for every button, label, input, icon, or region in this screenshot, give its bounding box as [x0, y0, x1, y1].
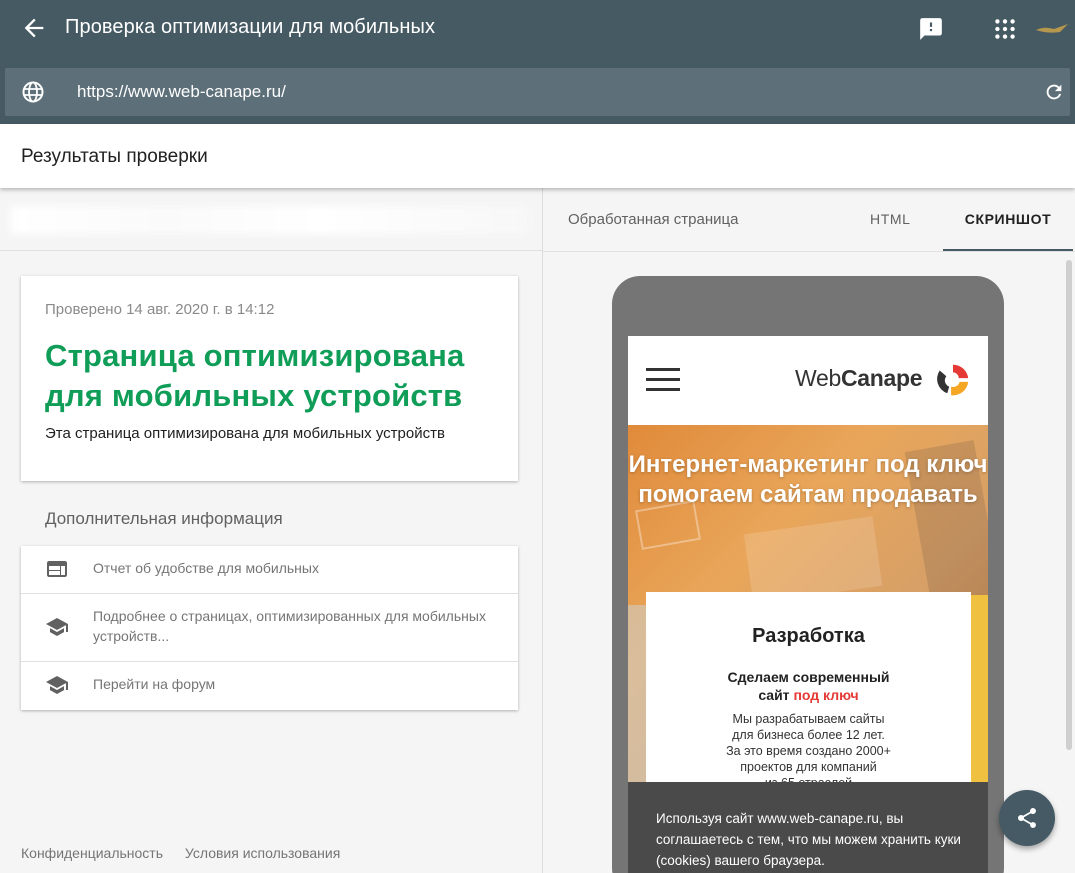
hamburger-menu-icon	[646, 368, 680, 392]
dev-title: Разработка	[752, 625, 865, 647]
url-bar: https://www.web-canape.ru/	[5, 68, 1070, 116]
additional-info-card: Отчет об удобстве для мобильных Подробне…	[21, 546, 518, 710]
link-learn-more[interactable]: Подробнее о страницах, оптимизированных …	[21, 594, 518, 662]
school-icon	[46, 618, 68, 636]
footer-links: Конфиденциальность Условия использования	[21, 845, 358, 861]
checked-timestamp: Проверено 14 авг. 2020 г. в 14:12	[45, 301, 275, 318]
arrow-back-icon[interactable]	[20, 14, 48, 42]
link-label: Подробнее о страницах, оптимизированных …	[93, 608, 486, 644]
refresh-icon[interactable]	[1043, 81, 1065, 103]
link-label: Перейти на форум	[93, 676, 216, 692]
webcanape-logo-icon	[937, 364, 969, 396]
dev-subtitle: Сделаем современный сайт под ключ	[727, 669, 890, 703]
summary-card: Проверено 14 авг. 2020 г. в 14:12 Страни…	[21, 276, 518, 481]
account-logo-icon[interactable]	[1034, 20, 1070, 36]
app-title: Проверка оптимизации для мобильных	[65, 16, 436, 38]
apps-grid-icon[interactable]	[992, 16, 1018, 42]
globe-icon	[22, 81, 44, 103]
url-text[interactable]: https://www.web-canape.ru/	[77, 82, 286, 102]
phone-screen: WebCanape Интернет-маркетинг под ключ по…	[628, 336, 988, 873]
dev-text: Мы разрабатываем сайты для бизнеса более…	[726, 712, 891, 790]
active-tab-indicator	[943, 249, 1073, 251]
web-icon	[47, 561, 67, 577]
terms-link[interactable]: Условия использования	[185, 845, 340, 861]
privacy-link[interactable]: Конфиденциальность	[21, 845, 163, 861]
additional-info-title: Дополнительная информация	[45, 509, 283, 528]
cookie-text: Используя сайт www.web-canape.ru, вы сог…	[656, 811, 961, 868]
tab-screenshot[interactable]: СКРИНШОТ	[943, 211, 1073, 227]
link-mobile-usability-report[interactable]: Отчет об удобстве для мобильных	[21, 546, 518, 594]
left-panel: Проверено 14 авг. 2020 г. в 14:12 Страни…	[0, 188, 542, 873]
school-icon	[46, 676, 68, 694]
status-description: Эта страница оптимизирована для мобильны…	[45, 425, 445, 442]
tab-bar: Обработанная страница HTML СКРИНШОТ	[543, 188, 1075, 252]
blurred-strip	[0, 188, 542, 251]
results-title: Результаты проверки	[21, 146, 208, 167]
feedback-icon[interactable]	[918, 16, 944, 42]
share-icon	[1018, 808, 1036, 828]
status-headline: Страница оптимизирована для мобильных ус…	[45, 338, 465, 413]
tab-html[interactable]: HTML	[870, 211, 911, 227]
site-logo-text: WebCanape	[795, 365, 923, 391]
share-button[interactable]	[999, 790, 1055, 846]
right-panel: Обработанная страница HTML СКРИНШОТ WebC…	[542, 188, 1075, 873]
cookie-banner: Используя сайт www.web-canape.ru, вы сог…	[628, 782, 988, 873]
results-header: Результаты проверки	[0, 124, 1075, 188]
link-forum[interactable]: Перейти на форум	[21, 662, 518, 710]
site-header: WebCanape	[628, 336, 988, 425]
app-bar: Проверка оптимизации для мобильных https…	[0, 0, 1075, 124]
rendered-page-label: Обработанная страница	[568, 211, 739, 228]
scrollbar[interactable]	[1066, 260, 1072, 750]
link-label: Отчет об удобстве для мобильных	[93, 560, 319, 576]
phone-frame: WebCanape Интернет-маркетинг под ключ по…	[612, 276, 1004, 873]
hero-title: Интернет-маркетинг под ключ помогаем сай…	[628, 451, 988, 508]
